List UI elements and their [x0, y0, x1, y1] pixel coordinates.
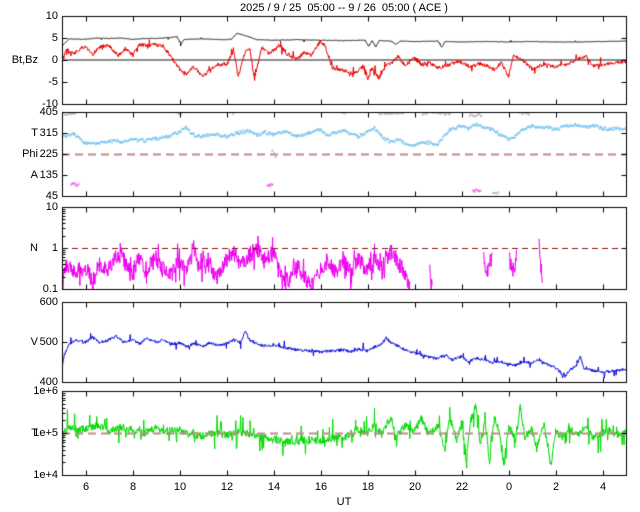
- ace-solar-wind-figure: 2025 / 9 / 25 05:00 -- 9 / 26 05:00 ( AC…: [0, 0, 640, 512]
- xtick-6: 6: [74, 481, 98, 493]
- ytick-n-0.1: 0.1: [0, 283, 58, 295]
- axis-name-t_phi_a-A: A: [0, 169, 38, 181]
- xtick-12: 12: [215, 481, 239, 493]
- ytick-t_phi_a-405: 405: [0, 106, 58, 118]
- xtick-2: 2: [544, 481, 568, 493]
- axis-name-t_phi_a-Phi: Phi: [0, 148, 38, 160]
- xtick-14: 14: [262, 481, 286, 493]
- axis-name-bt_bz-Bt,Bz: Bt,Bz: [0, 54, 38, 66]
- xtick-18: 18: [356, 481, 380, 493]
- xtick-10: 10: [168, 481, 192, 493]
- xtick-0: 0: [497, 481, 521, 493]
- axis-name-v-V: V: [0, 336, 38, 348]
- xtick-20: 20: [403, 481, 427, 493]
- x-axis-title: UT: [62, 496, 626, 508]
- axis-name-n-N: N: [0, 242, 38, 254]
- plot-canvas: [0, 0, 640, 512]
- ytick-bt_bz-5: 5: [0, 32, 58, 44]
- ytick-bt_bz-10: 10: [0, 10, 58, 22]
- xtick-4: 4: [591, 481, 615, 493]
- axis-name-t_temp-T: T: [0, 427, 38, 439]
- xtick-16: 16: [309, 481, 333, 493]
- chart-title: 2025 / 9 / 25 05:00 -- 9 / 26 05:00 ( AC…: [62, 2, 626, 14]
- axis-name-t_phi_a-T: T: [0, 127, 38, 139]
- ytick-v-600: 600: [0, 296, 58, 308]
- ytick-t_temp-1e+4: 1e+4: [0, 469, 58, 481]
- ytick-t_temp-1e+6: 1e+6: [0, 385, 58, 397]
- ytick-n-10: 10: [0, 201, 58, 213]
- xtick-8: 8: [121, 481, 145, 493]
- xtick-22: 22: [450, 481, 474, 493]
- ytick-bt_bz--5: -5: [0, 76, 58, 88]
